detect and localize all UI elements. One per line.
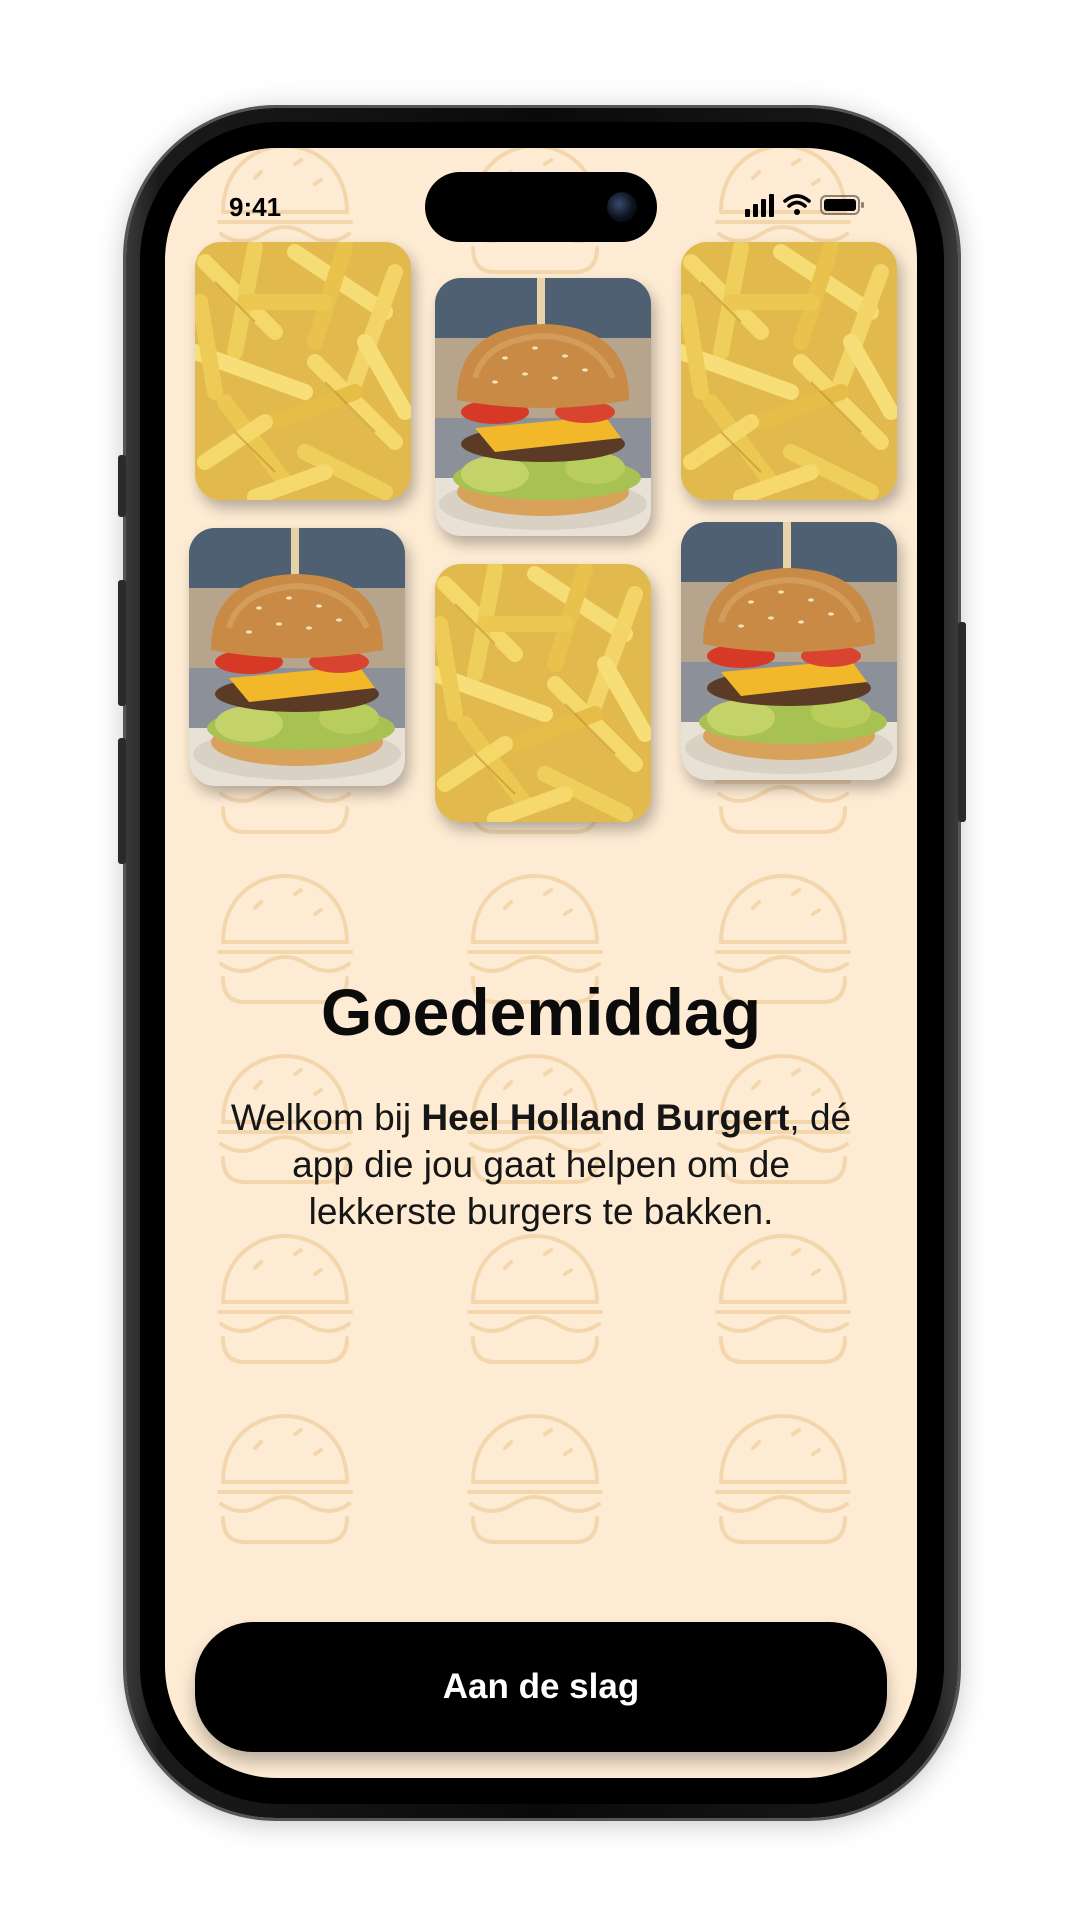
action-button [118,455,126,517]
burger-photo [189,528,405,786]
cellular-signal-icon [745,194,774,217]
burger-photo [435,278,651,536]
fries-photo [195,242,411,500]
app-name: Heel Holland Burgert [421,1097,790,1138]
burger-photo [681,522,897,780]
intro-text: Welkom bij Heel Holland Burgert, dé app … [221,1094,861,1235]
volume-down-button [118,738,126,864]
dynamic-island [425,172,657,242]
fries-photo [435,564,651,822]
status-time: 9:41 [229,192,282,222]
fries-photo [681,242,897,500]
greeting-title: Goedemiddag [320,975,762,1049]
battery-icon [820,195,864,215]
app-screen: 9:41 Goedemiddag Welkom bij Heel Holland… [165,148,917,1778]
front-camera [607,192,637,222]
volume-up-button [118,580,126,706]
power-button [958,622,966,822]
get-started-button[interactable]: Aan de slag [195,1622,887,1752]
wifi-icon [783,194,811,215]
intro-prefix: Welkom bij [230,1097,422,1138]
status-bar: 9:41 [165,148,917,242]
status-icons [745,194,864,217]
